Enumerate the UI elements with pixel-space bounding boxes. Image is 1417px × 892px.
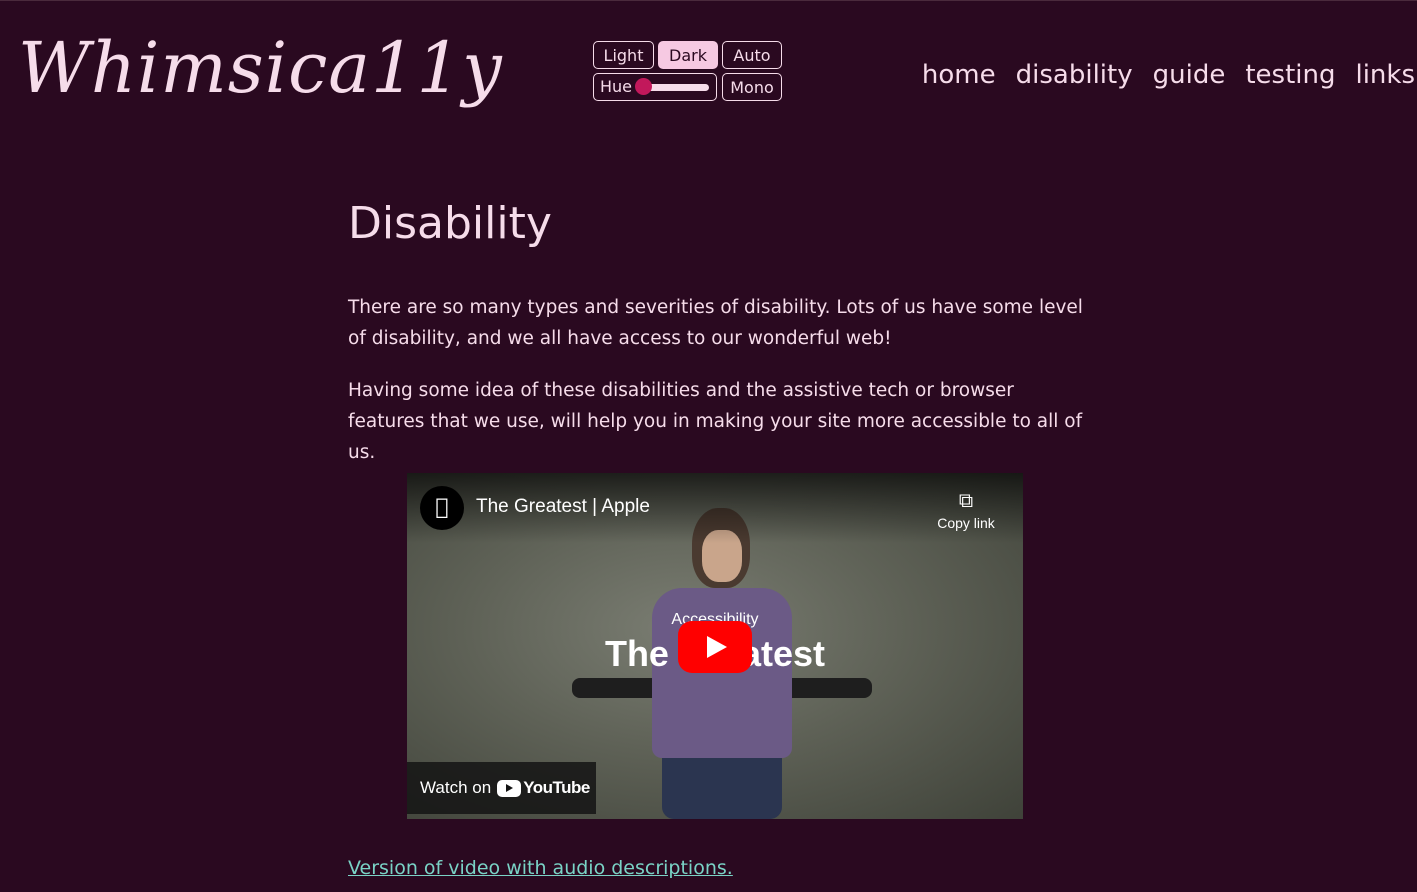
assistive-tech-paragraph: Having some idea of these disabilities a… — [348, 380, 1083, 463]
youtube-icon — [497, 780, 522, 798]
copy-link-button[interactable]: ⧉ Copy link — [933, 487, 999, 533]
nav-guide[interactable]: guide — [1153, 55, 1226, 95]
nav-home[interactable]: home — [922, 55, 996, 95]
page: Whimsica11y Light Dark Auto Hue Mono hom… — [0, 0, 1417, 892]
nav-links[interactable]: links — [1355, 55, 1415, 95]
copy-icon: ⧉ — [958, 488, 974, 512]
video-title[interactable]: The Greatest | Apple — [476, 493, 650, 521]
play-button[interactable] — [678, 621, 752, 673]
hue-slider-thumb[interactable] — [635, 78, 652, 95]
watch-on-label: Watch on — [420, 778, 492, 797]
hue-label: Hue — [600, 77, 633, 96]
page-title: Disability — [348, 198, 552, 249]
youtube-wordmark: YouTube — [523, 778, 590, 797]
apple-logo-icon[interactable]:  — [420, 486, 464, 530]
hue-control: Hue — [593, 73, 717, 101]
nav-disability[interactable]: disability — [1016, 55, 1133, 95]
theme-dark-button[interactable]: Dark — [658, 41, 718, 69]
theme-light-button[interactable]: Light — [593, 41, 654, 69]
theme-auto-button[interactable]: Auto — [722, 41, 782, 69]
main-nav: home disability guide testing links — [922, 55, 1415, 95]
nav-testing[interactable]: testing — [1245, 55, 1335, 95]
theme-mono-button[interactable]: Mono — [722, 73, 782, 101]
video-embed[interactable]:  The Greatest | Apple ⧉ Copy link Acces… — [407, 473, 1023, 819]
site-logo[interactable]: Whimsica11y — [18, 23, 503, 113]
audio-description-link[interactable]: Version of video with audio descriptions… — [348, 853, 733, 883]
main-content: Disability There are so many types and s… — [348, 191, 1088, 468]
copy-link-label: Copy link — [937, 515, 995, 531]
intro-paragraph: There are so many types and severities o… — [348, 297, 1083, 349]
watch-on-youtube-button[interactable]: Watch on YouTube — [407, 762, 596, 814]
theme-controls: Light Dark Auto Hue Mono — [593, 41, 783, 101]
